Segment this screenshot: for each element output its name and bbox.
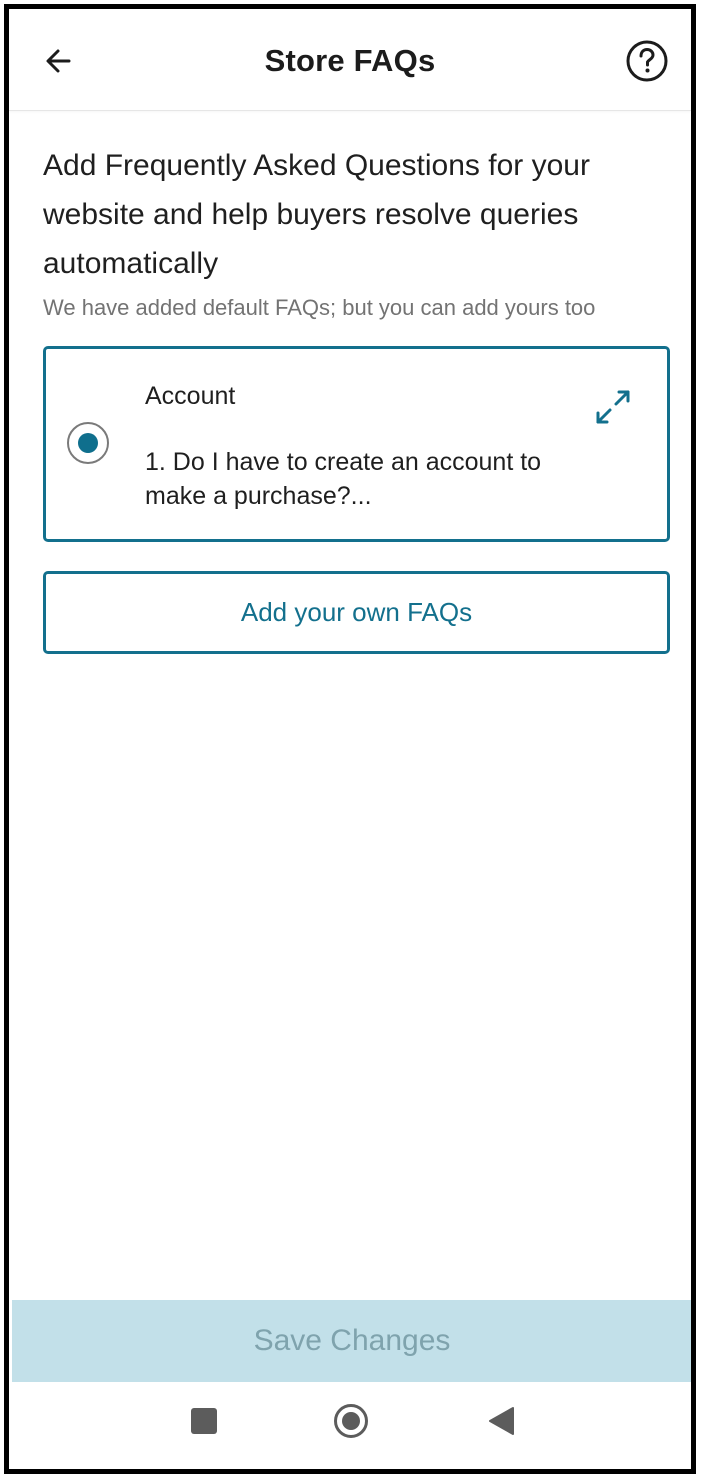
save-changes-button[interactable]: Save Changes [12,1300,691,1382]
faq-card-account[interactable]: Account 1. Do I have to create an accoun… [43,346,670,542]
faq-radio-button[interactable] [67,422,109,464]
square-icon[interactable] [191,1408,217,1434]
app-screen: Store FAQs Add Frequently Asked Question… [4,4,696,1474]
top-app-bar: Store FAQs [9,9,691,111]
radio-selected-dot [78,433,98,453]
expand-icon[interactable] [593,387,633,427]
home-circle-icon[interactable] [333,1403,369,1439]
faq-category-label: Account [145,382,236,410]
intro-text: Add Frequently Asked Questions for your … [43,149,590,280]
triangle-back-icon[interactable] [487,1406,515,1436]
faq-question-preview: 1. Do I have to create an account to mak… [145,448,542,510]
help-circle-icon[interactable] [625,39,669,83]
intro-subtext: We have added default FAQs; but you can … [43,295,596,320]
page-title: Store FAQs [264,43,436,78]
system-nav-bar [9,1382,691,1469]
add-own-faqs-button[interactable]: Add your own FAQs [43,571,670,654]
